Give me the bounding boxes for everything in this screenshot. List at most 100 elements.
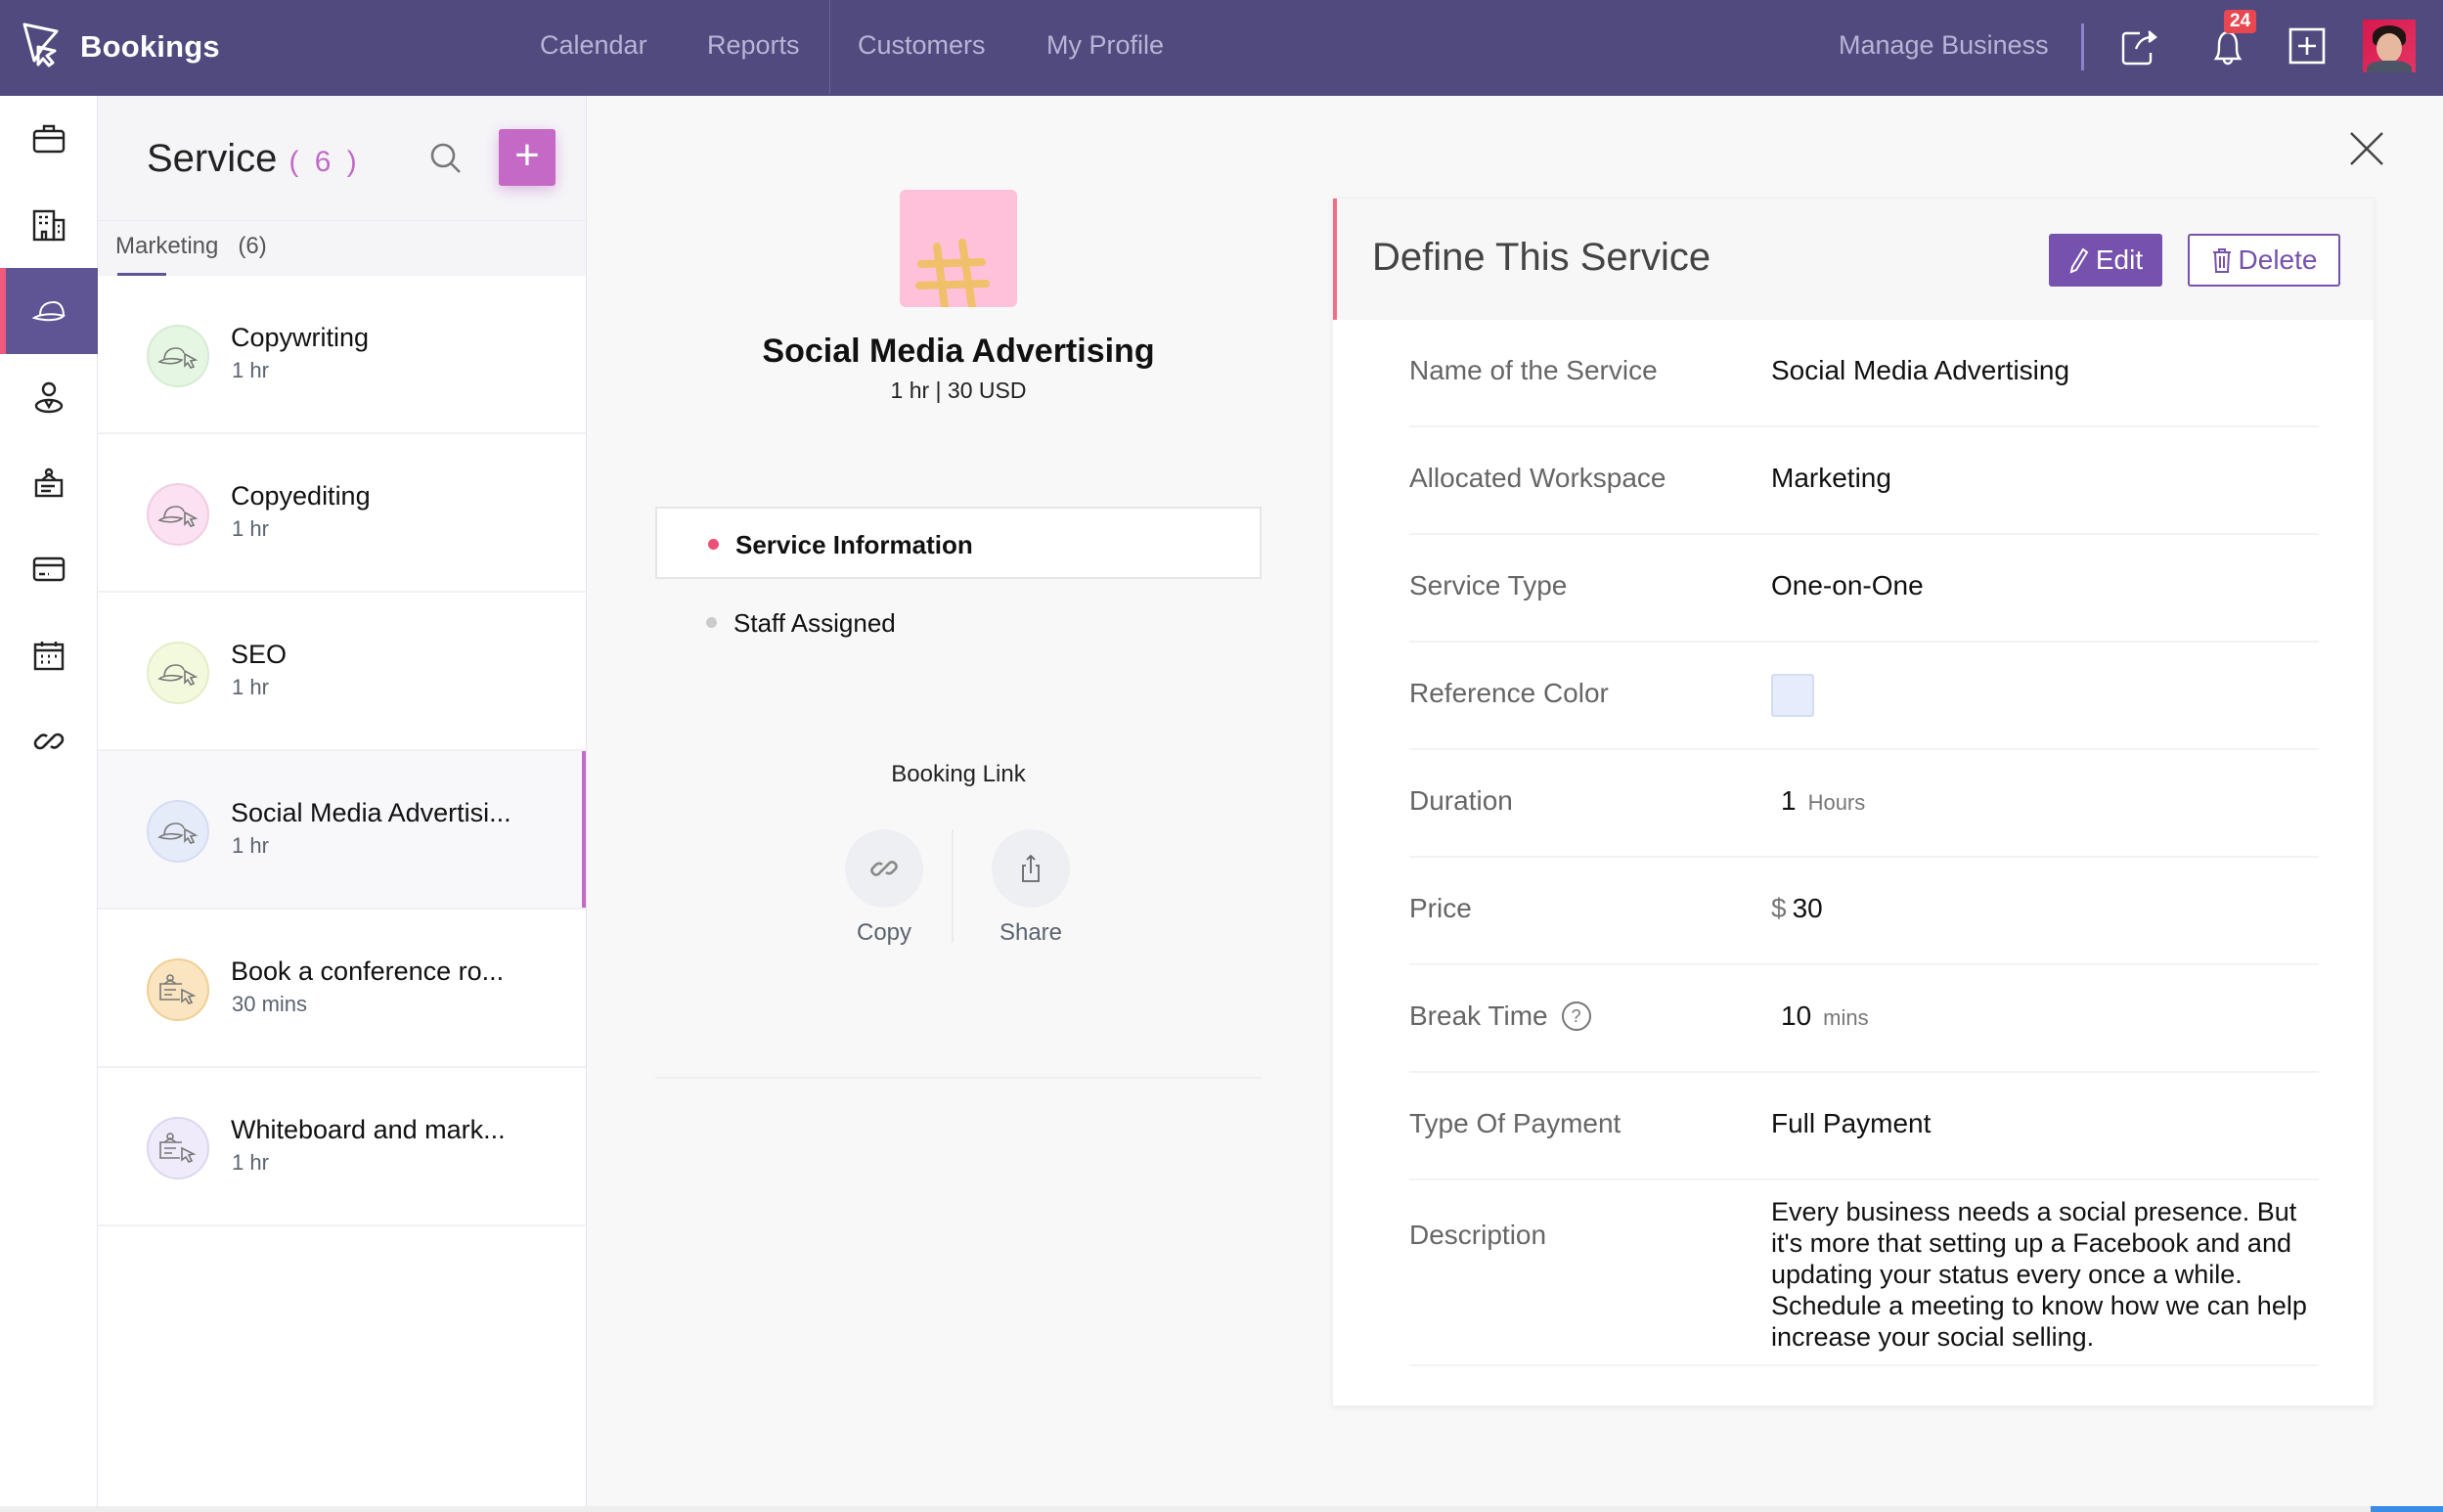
- rail-item-resources[interactable]: [0, 440, 98, 526]
- service-summary-panel: Social Media Advertising 1 hr | 30 USD S…: [587, 96, 1330, 1512]
- service-list-item[interactable]: Copywriting 1 hr: [98, 276, 586, 434]
- service-cover-image: [900, 190, 1017, 307]
- booking-link-title: Booking Link: [891, 761, 1026, 787]
- trash-icon: [2212, 248, 2231, 273]
- field-price: Price $30: [1409, 858, 2319, 965]
- service-list-title: Service( 6 ): [147, 137, 361, 180]
- header-divider: [2081, 23, 2084, 70]
- rail-item-workspace[interactable]: [0, 96, 98, 182]
- nav-my-profile[interactable]: My Profile: [1046, 30, 1164, 61]
- field-break-time: Break Time? 10 mins: [1409, 965, 2319, 1073]
- cap-icon: [157, 823, 199, 844]
- booking-link-divider: [952, 829, 954, 943]
- share-link-button[interactable]: Share: [992, 829, 1070, 947]
- cap-icon: [157, 506, 199, 527]
- field-service-type: Service Type One-on-One: [1409, 535, 2319, 643]
- service-duration: 1 hr: [232, 516, 269, 541]
- rail-item-services[interactable]: [0, 268, 98, 354]
- service-list-item[interactable]: Whiteboard and mark... 1 hr: [98, 1068, 586, 1226]
- card-icon: [32, 556, 66, 582]
- define-service-card: Define This Service Edit Delete Name of …: [1332, 198, 2375, 1406]
- close-icon[interactable]: [2345, 127, 2388, 170]
- description-value: Every business needs a social presence. …: [1771, 1197, 2307, 1352]
- workspace-tab-label: Marketing (6): [115, 233, 267, 259]
- bookings-logo-icon: [22, 22, 59, 67]
- service-subtitle: 1 hr | 30 USD: [890, 378, 1027, 403]
- service-list-item[interactable]: Book a conference ro... 30 mins: [98, 910, 586, 1068]
- service-name: Social Media Advertisi...: [231, 798, 511, 827]
- share-icon[interactable]: [2118, 25, 2161, 68]
- nav-customers[interactable]: Customers: [858, 30, 986, 61]
- add-icon[interactable]: [2287, 25, 2330, 68]
- rail-item-staff[interactable]: [0, 354, 98, 440]
- duration-value: 1 Hours: [1781, 785, 1866, 816]
- signboard-icon: [34, 467, 64, 498]
- staff-icon: [34, 381, 64, 414]
- signboard-icon: [159, 974, 197, 1004]
- field-workspace: Allocated Workspace Marketing: [1409, 427, 2319, 535]
- service-name-value: Social Media Advertising: [1771, 355, 2070, 385]
- briefcase-icon: [32, 124, 66, 154]
- active-dot: [708, 539, 719, 550]
- tab-label: Service Information: [735, 530, 973, 559]
- add-service-button[interactable]: +: [499, 129, 555, 186]
- copy-link-button[interactable]: Copy: [845, 829, 923, 947]
- manage-business-link[interactable]: Manage Business: [1839, 30, 2049, 61]
- edit-button[interactable]: Edit: [2049, 234, 2162, 287]
- app-name: Bookings: [80, 29, 220, 64]
- service-title: Social Media Advertising: [762, 333, 1155, 370]
- price-value: $30: [1771, 893, 1823, 923]
- building-icon: [32, 209, 66, 242]
- share-icon: [1022, 854, 1040, 882]
- rail-item-links[interactable]: [0, 698, 98, 784]
- service-list: Copywriting 1 hr Copyediting 1 hr SEO 1 hr Soc…: [98, 276, 586, 1226]
- service-list-item[interactable]: Copyediting 1 hr: [98, 434, 586, 593]
- field-reference-color: Reference Color: [1409, 643, 2319, 750]
- nav-calendar[interactable]: Calendar: [540, 30, 647, 61]
- bottom-edge: [0, 1506, 2443, 1512]
- service-list-item[interactable]: Social Media Advertisi... 1 hr: [98, 751, 586, 910]
- inactive-dot: [706, 617, 717, 628]
- tab-service-information[interactable]: Service Information: [655, 507, 1262, 579]
- delete-button[interactable]: Delete: [2188, 234, 2340, 287]
- service-name: Copywriting: [231, 323, 370, 352]
- copy-label: Copy: [856, 919, 912, 946]
- cap-icon: [157, 664, 199, 686]
- rail-item-payments[interactable]: [0, 526, 98, 612]
- service-list-item[interactable]: SEO 1 hr: [98, 593, 586, 751]
- service-name: Copyediting: [231, 481, 371, 511]
- service-list-panel: Service( 6 ) + Marketing (6) Copywriting…: [98, 96, 587, 1512]
- break-time-value: 10 mins: [1781, 1001, 1869, 1031]
- calendar-icon: [33, 642, 65, 671]
- rail-item-business[interactable]: [0, 182, 98, 268]
- card-header: Define This Service Edit Delete: [1333, 199, 2374, 320]
- pencil-icon: [2069, 247, 2089, 274]
- bottom-indicator: [2371, 1506, 2443, 1512]
- service-name: Book a conference ro...: [231, 956, 505, 986]
- search-icon[interactable]: [428, 141, 464, 176]
- nav-divider: [829, 0, 830, 94]
- service-avatar: [147, 325, 209, 387]
- tab-label: Staff Assigned: [733, 608, 896, 638]
- service-name: Whiteboard and mark...: [231, 1115, 506, 1144]
- notification-badge: 24: [2224, 10, 2257, 33]
- workspace-tab-marketing[interactable]: Marketing (6): [98, 221, 586, 276]
- tab-staff-assigned[interactable]: Staff Assigned: [655, 587, 1262, 659]
- field-payment-type: Type Of Payment Full Payment: [1409, 1073, 2319, 1180]
- service-avatar: [147, 642, 209, 704]
- avatar[interactable]: [2363, 20, 2416, 72]
- nav-reports[interactable]: Reports: [707, 30, 800, 61]
- service-duration: 1 hr: [232, 1150, 269, 1175]
- service-list-header: Service( 6 ) +: [98, 96, 586, 221]
- service-duration: 30 mins: [232, 992, 308, 1016]
- top-bar: Bookings Calendar Reports Customers My P…: [0, 0, 2443, 96]
- icon-sidebar: [0, 96, 98, 1512]
- divider: [655, 1077, 1262, 1079]
- share-label: Share: [999, 919, 1063, 946]
- service-avatar: [147, 1117, 209, 1179]
- field-name: Name of the Service Social Media Adverti…: [1409, 320, 2319, 427]
- brand[interactable]: Bookings: [22, 22, 220, 72]
- rail-item-calendar[interactable]: [0, 612, 98, 698]
- help-icon[interactable]: ?: [1561, 1001, 1591, 1031]
- service-duration: 1 hr: [232, 675, 269, 699]
